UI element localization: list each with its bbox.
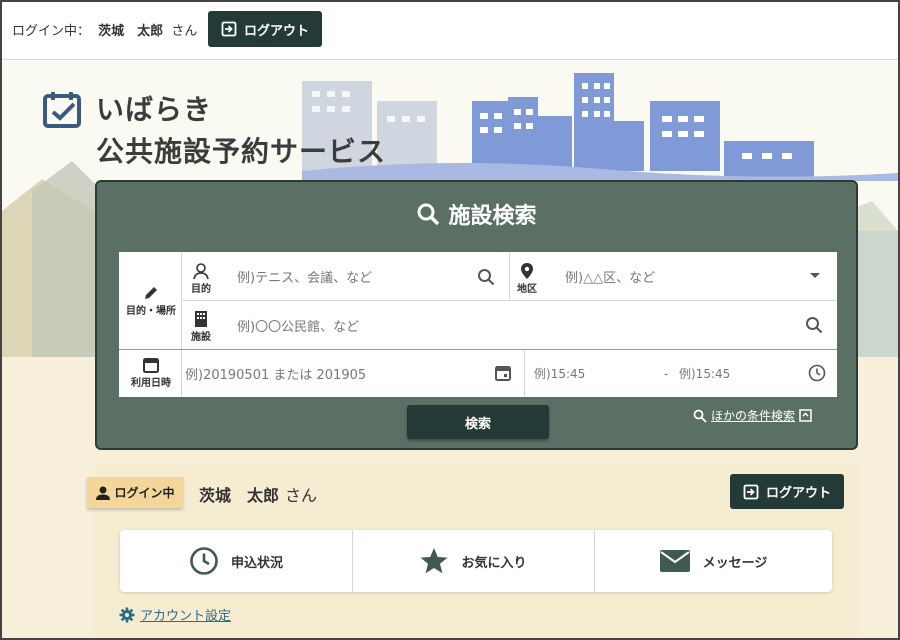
divider [509,252,510,300]
clock-icon [190,547,218,575]
menu-messages[interactable]: メッセージ [594,530,832,592]
account-settings-link[interactable]: アカウント設定 [119,605,231,624]
date-placeholder: 例)20190501 または 201905 [185,368,367,383]
account-settings-text: アカウント設定 [140,609,232,624]
purpose-input[interactable]: 例)テニス、会議、など [237,252,507,300]
menu-favorites-label: お気に入り [461,555,527,571]
time-from-placeholder: 例)15:45 [534,367,586,381]
chevron-down-icon[interactable] [809,272,821,280]
user-menu: 申込状況 お気に入り メッセージ [120,530,832,592]
purpose-place-label: 目的・場所 [126,306,176,317]
area-select[interactable]: 例)△△区、など [565,252,815,300]
open-panel-icon [799,409,812,422]
facility-placeholder: 例)〇〇公民館、など [237,319,360,335]
person-search-icon [193,263,209,280]
star-icon [420,548,448,574]
login-badge-text: ログイン中 [114,486,175,500]
login-status: ログイン中： 茨城 太郎 さん [12,20,197,39]
map-pin-icon [521,263,533,279]
user-icon [96,486,111,500]
facility-caption: 施設 [189,310,213,343]
purpose-caption-text: 目的 [191,284,211,295]
purpose-place-row-label: 目的・場所 [123,284,179,317]
login-card-honorific: さん [285,486,318,505]
facility-search-icon[interactable] [805,316,823,334]
menu-messages-label: メッセージ [702,555,768,571]
divider [524,350,525,397]
purpose-caption: 目的 [189,262,213,295]
area-caption: 地区 [515,262,539,295]
logout-button[interactable]: ログアウト [208,11,322,47]
time-separator: - [664,350,678,397]
time-to-placeholder: 例)15:45 [679,367,731,381]
pencil-icon [145,287,157,299]
site-title-line2: 公共施設予約サービス [96,135,387,168]
time-separator-text: - [664,366,669,381]
search-panel-title: 施設検索 [97,198,856,230]
search-panel-title-text: 施設検索 [448,204,537,229]
purpose-placeholder: 例)テニス、会議、など [237,270,373,286]
calendar-picker-icon[interactable] [494,364,512,382]
card-logout-button[interactable]: ログアウト [730,474,844,509]
login-user: 茨城 太郎 さん [199,482,317,506]
card-logout-label: ログアウト [765,486,831,501]
calendar-icon [143,358,159,373]
other-conditions-text: ほかの条件検索 [711,409,796,423]
facility-caption-text: 施設 [191,332,211,343]
login-badge: ログイン中 [87,477,183,508]
login-status-prefix: ログイン中： [12,24,91,39]
purpose-search-icon[interactable] [477,268,495,286]
login-card-user-name: 茨城 太郎 [199,486,280,505]
facility-search-panel: 施設検索 目的・場所 目的 例)テニス、会議、など 地区 例)△△区、など 施設… [95,180,858,450]
page-frame: ログイン中： 茨城 太郎 さん ログアウト いばらき 公共施設予約サービス 施設… [0,0,900,640]
datetime-row-label: 利用日時 [123,356,179,389]
facility-input[interactable]: 例)〇〇公民館、など [237,301,797,349]
logout-label: ログアウト [243,23,309,39]
search-form: 目的・場所 目的 例)テニス、会議、など 地区 例)△△区、など 施設 例)〇〇… [119,252,837,397]
time-to-input[interactable]: 例)15:45 [679,350,789,397]
mail-icon [659,550,690,572]
top-bar: ログイン中： 茨城 太郎 さん ログアウト [2,2,898,60]
login-user-name: 茨城 太郎 [98,24,164,39]
menu-favorites[interactable]: お気に入り [352,530,594,592]
logout-icon [743,484,759,499]
area-caption-text: 地区 [517,284,537,295]
date-input[interactable]: 例)20190501 または 201905 [185,350,485,397]
site-title-line1: いばらき [96,93,213,126]
menu-application-status[interactable]: 申込状況 [120,530,352,592]
other-conditions-link[interactable]: ほかの条件検索 [693,407,812,424]
area-placeholder: 例)△△区、など [565,270,656,286]
login-honorific: さん [171,24,198,39]
search-button[interactable]: 検索 [407,405,549,439]
building-icon [195,311,207,327]
calendar-check-icon [43,92,81,128]
search-icon [693,409,707,423]
logout-icon [221,21,237,37]
divider [181,252,182,397]
menu-application-status-label: 申込状況 [230,555,283,571]
search-icon [417,203,440,226]
clock-icon[interactable] [808,364,826,382]
datetime-label: 利用日時 [131,378,171,389]
time-from-input[interactable]: 例)15:45 [534,350,644,397]
gear-icon [119,607,135,622]
